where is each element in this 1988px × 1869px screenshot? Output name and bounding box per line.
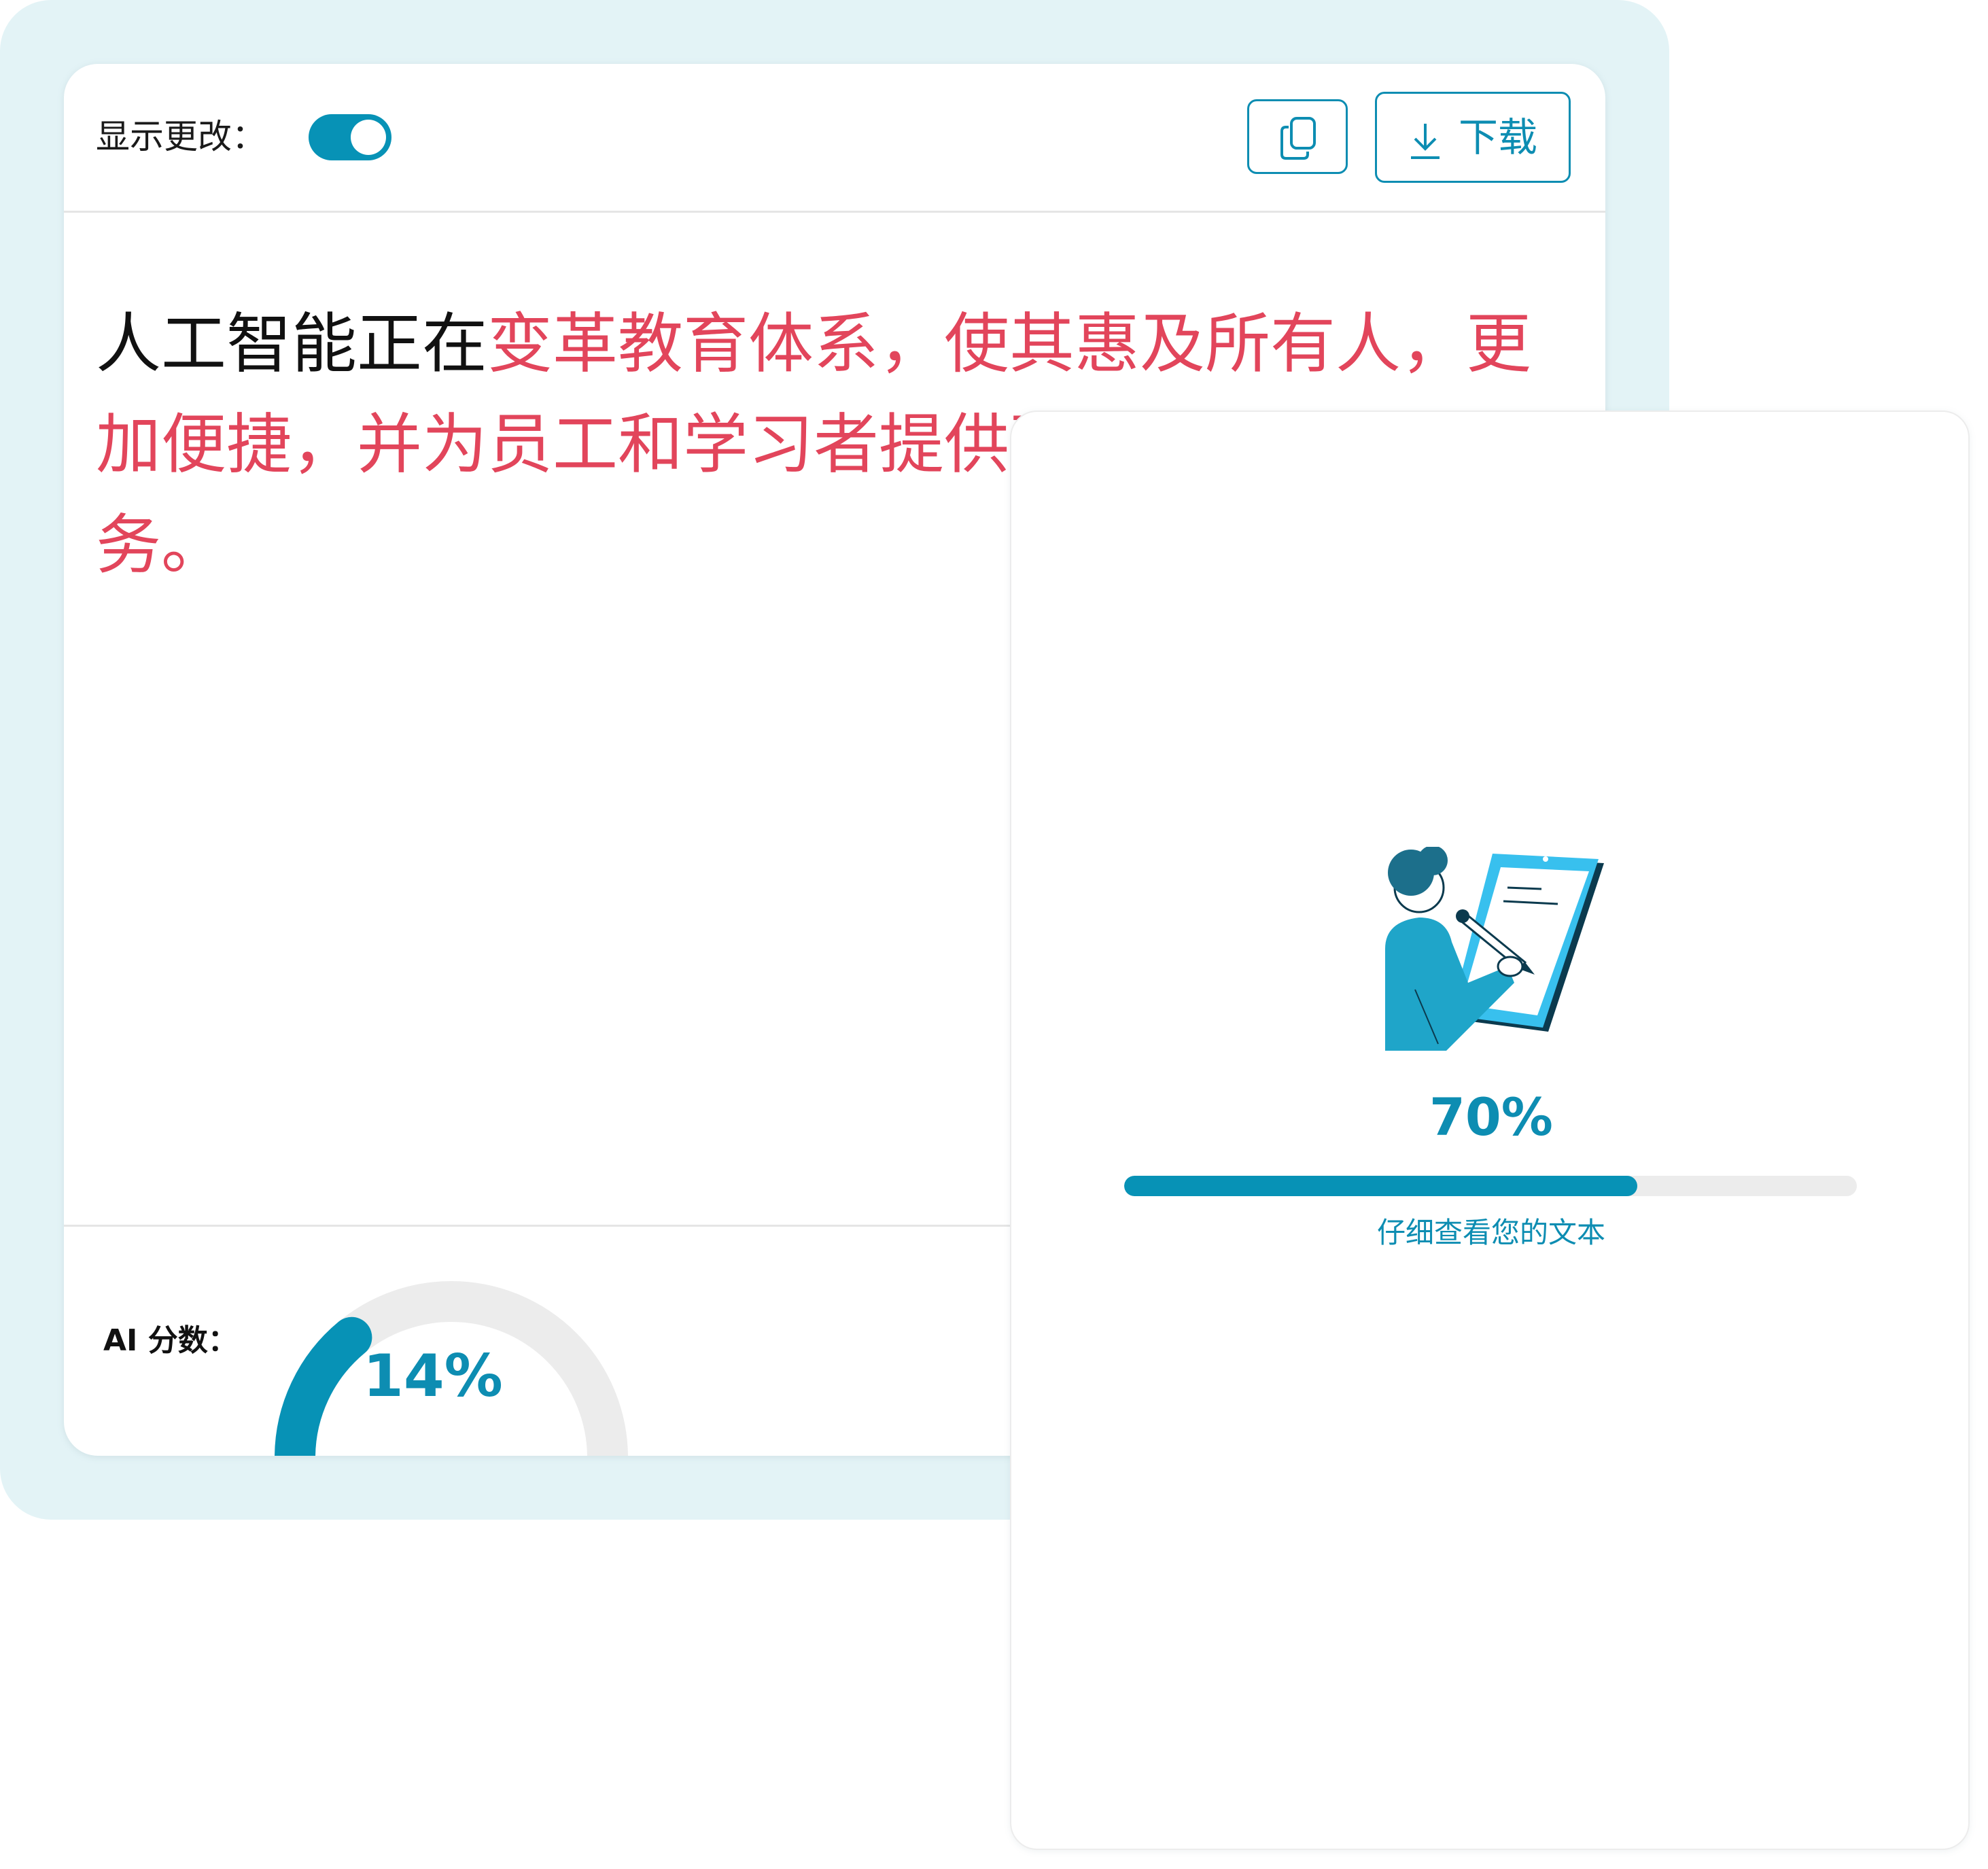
download-label: 下载	[1459, 114, 1538, 160]
copy-icon	[1280, 117, 1316, 160]
show-changes-toggle[interactable]	[309, 114, 391, 160]
show-changes-label: 显示更改：	[96, 117, 266, 156]
progress-fill	[1124, 1176, 1637, 1196]
ai-score-label: AI 分数：	[103, 1323, 238, 1358]
progress-track	[1124, 1176, 1857, 1196]
text-unchanged: 人工智能正在	[96, 306, 487, 382]
gauge-fill	[275, 1316, 372, 1456]
copy-button[interactable]	[1247, 99, 1348, 174]
person-writing-on-tablet-illustration	[1385, 847, 1604, 1051]
progress-card: 70% 仔细查看您的文本	[1010, 411, 1970, 1850]
progress-percent: 70%	[1429, 1087, 1553, 1147]
download-icon	[1411, 124, 1440, 159]
progress-caption: 仔细查看您的文本	[1376, 1216, 1605, 1249]
toggle-knob	[351, 120, 386, 155]
ai-score-value: 14%	[363, 1342, 503, 1410]
editor-toolbar: 显示更改： 下载	[64, 64, 1605, 213]
download-button[interactable]: 下载	[1375, 92, 1571, 183]
